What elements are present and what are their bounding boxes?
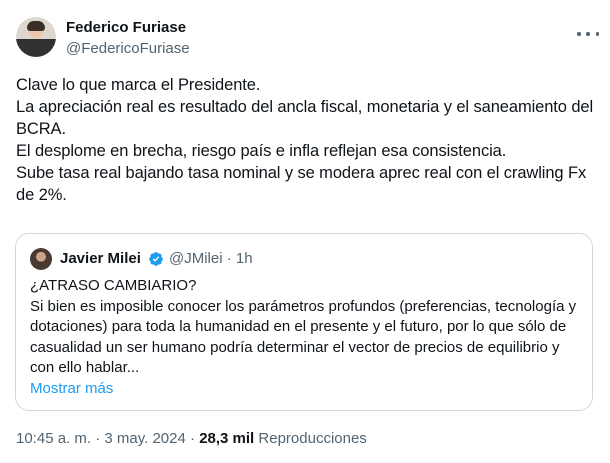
meta-separator: · — [95, 430, 101, 447]
tweet: Federico Furiase @FedericoFuriase Clave … — [0, 0, 610, 463]
quoted-author-name: Javier Milei — [60, 250, 141, 267]
tweet-text: Clave lo que marca el Presidente. La apr… — [16, 76, 594, 204]
author-avatar[interactable] — [16, 17, 56, 57]
author-name[interactable]: Federico Furiase — [66, 19, 186, 37]
more-icon[interactable] — [577, 24, 599, 44]
quoted-author-handle: @JMilei — [169, 250, 223, 267]
author-handle[interactable]: @FedericoFuriase — [66, 40, 190, 58]
verified-badge-icon — [149, 252, 163, 266]
views-label: Reproducciones — [258, 430, 367, 447]
tweet-date[interactable]: 3 may. 2024 — [104, 430, 185, 447]
views-count: 28,3 mil — [199, 430, 255, 447]
tweet-time[interactable]: 10:45 a. m. — [16, 430, 91, 447]
quoted-time: 1h — [235, 250, 253, 267]
quoted-text: ¿ATRASO CAMBIARIO? Si bien es imposible … — [30, 277, 577, 376]
quoted-tweet[interactable]: Javier Milei @JMilei · 1h ¿ATRASO CAMBIA… — [15, 233, 593, 411]
quoted-author-meta: @JMilei · 1h — [169, 249, 253, 269]
tweet-meta: 10:45 a. m. · 3 may. 2024 · 28,3 mil Rep… — [16, 429, 367, 449]
quoted-separator: · — [226, 250, 232, 267]
show-more-link[interactable]: Mostrar más — [30, 379, 113, 399]
quoted-author-avatar — [30, 248, 52, 270]
meta-separator: · — [190, 430, 196, 447]
